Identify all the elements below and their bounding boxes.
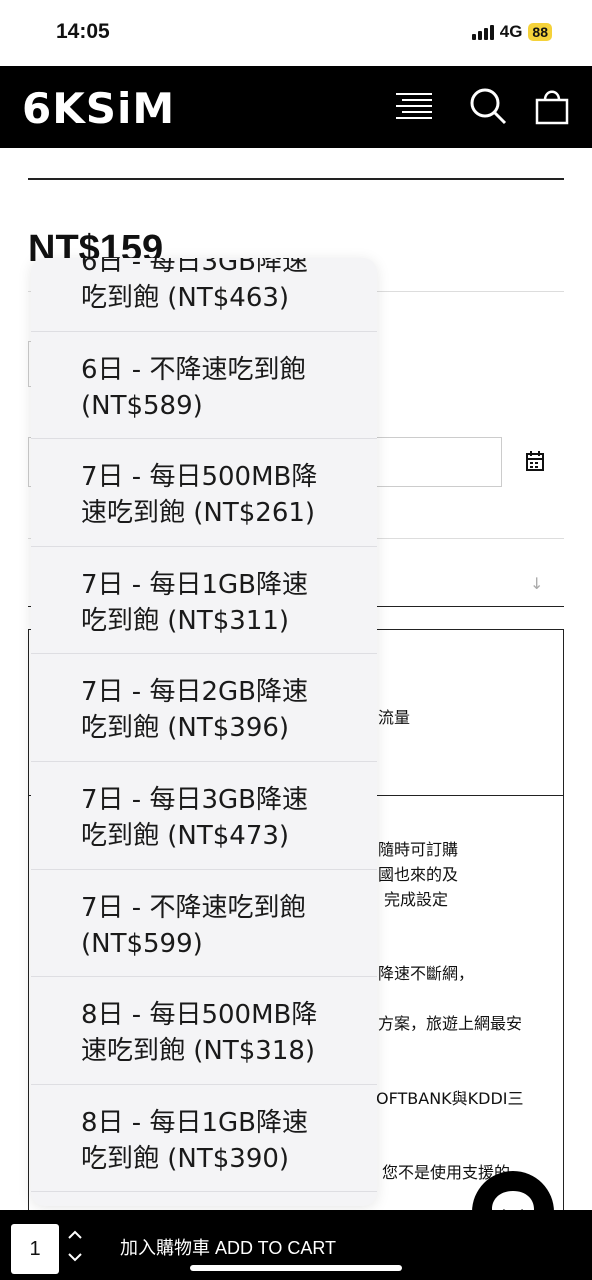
picker-option[interactable]: 7日 - 每日2GB降速 吃到飽 (NT$396) (31, 654, 377, 762)
description-text: OFTBANK與KDDI三 (376, 1089, 524, 1108)
picker-option[interactable]: 7日 - 每日3GB降速 吃到飽 (NT$473) (31, 762, 377, 870)
network-type: 4G (499, 22, 523, 41)
status-time: 14:05 (56, 20, 110, 43)
picker-option[interactable]: 7日 - 每日1GB降速 吃到飽 (NT$311) (31, 547, 377, 655)
chevron-up-icon[interactable] (66, 1226, 84, 1244)
menu-icon[interactable] (394, 86, 434, 126)
quantity-input[interactable]: 1 (11, 1224, 59, 1274)
chevron-down-icon[interactable] (66, 1248, 84, 1266)
divider (28, 178, 564, 180)
picker-option[interactable]: 8日 - 每日500MB降 速吃到飽 (NT$318) (31, 977, 377, 1085)
picker-options: 6日 - 每日3GB降速 吃到飽 (NT$463) 6日 - 不降速吃到飽 (NT$… (31, 258, 377, 1193)
feature-text: 流量 (378, 708, 411, 727)
description-text: 國也來的及 (378, 865, 459, 884)
description-text: 隨時可訂購 (378, 840, 459, 859)
arrow-down-icon[interactable]: ↓ (530, 574, 543, 593)
battery-indicator: 88 (528, 23, 552, 41)
plan-picker-menu[interactable]: 6日 - 每日3GB降速 吃到飽 (NT$463) 6日 - 不降速吃到飽 (NT$… (31, 258, 377, 1206)
signal-icon (471, 24, 494, 40)
picker-option[interactable]: 8日 - 每日1GB降速 吃到飽 (NT$390) (31, 1085, 377, 1193)
picker-option[interactable]: 7日 - 每日500MB降 速吃到飽 (NT$261) (31, 439, 377, 547)
shopping-bag-icon[interactable] (532, 86, 572, 126)
picker-option[interactable]: 6日 - 不降速吃到飽 (NT$589) (31, 332, 377, 440)
description-text: 方案，旅遊上網最安 (378, 1014, 523, 1033)
picker-option[interactable]: 6日 - 每日3GB降速 吃到飽 (NT$463) (31, 258, 377, 332)
add-to-cart-button[interactable]: 加入購物車 ADD TO CART (120, 1234, 336, 1260)
status-indicators: 4G 88 (471, 22, 552, 42)
site-header: 6KSiM (0, 66, 592, 148)
picker-option[interactable]: 7日 - 不降速吃到飽 (NT$599) (31, 870, 377, 978)
home-indicator (190, 1265, 402, 1271)
search-icon[interactable] (468, 86, 508, 126)
description-text: 降速不斷網， (378, 964, 475, 983)
status-bar: 14:05 4G 88 (0, 0, 592, 66)
description-text: 完成設定 (384, 890, 449, 909)
calendar-icon[interactable] (526, 451, 544, 471)
site-logo[interactable]: 6KSiM (22, 84, 175, 133)
